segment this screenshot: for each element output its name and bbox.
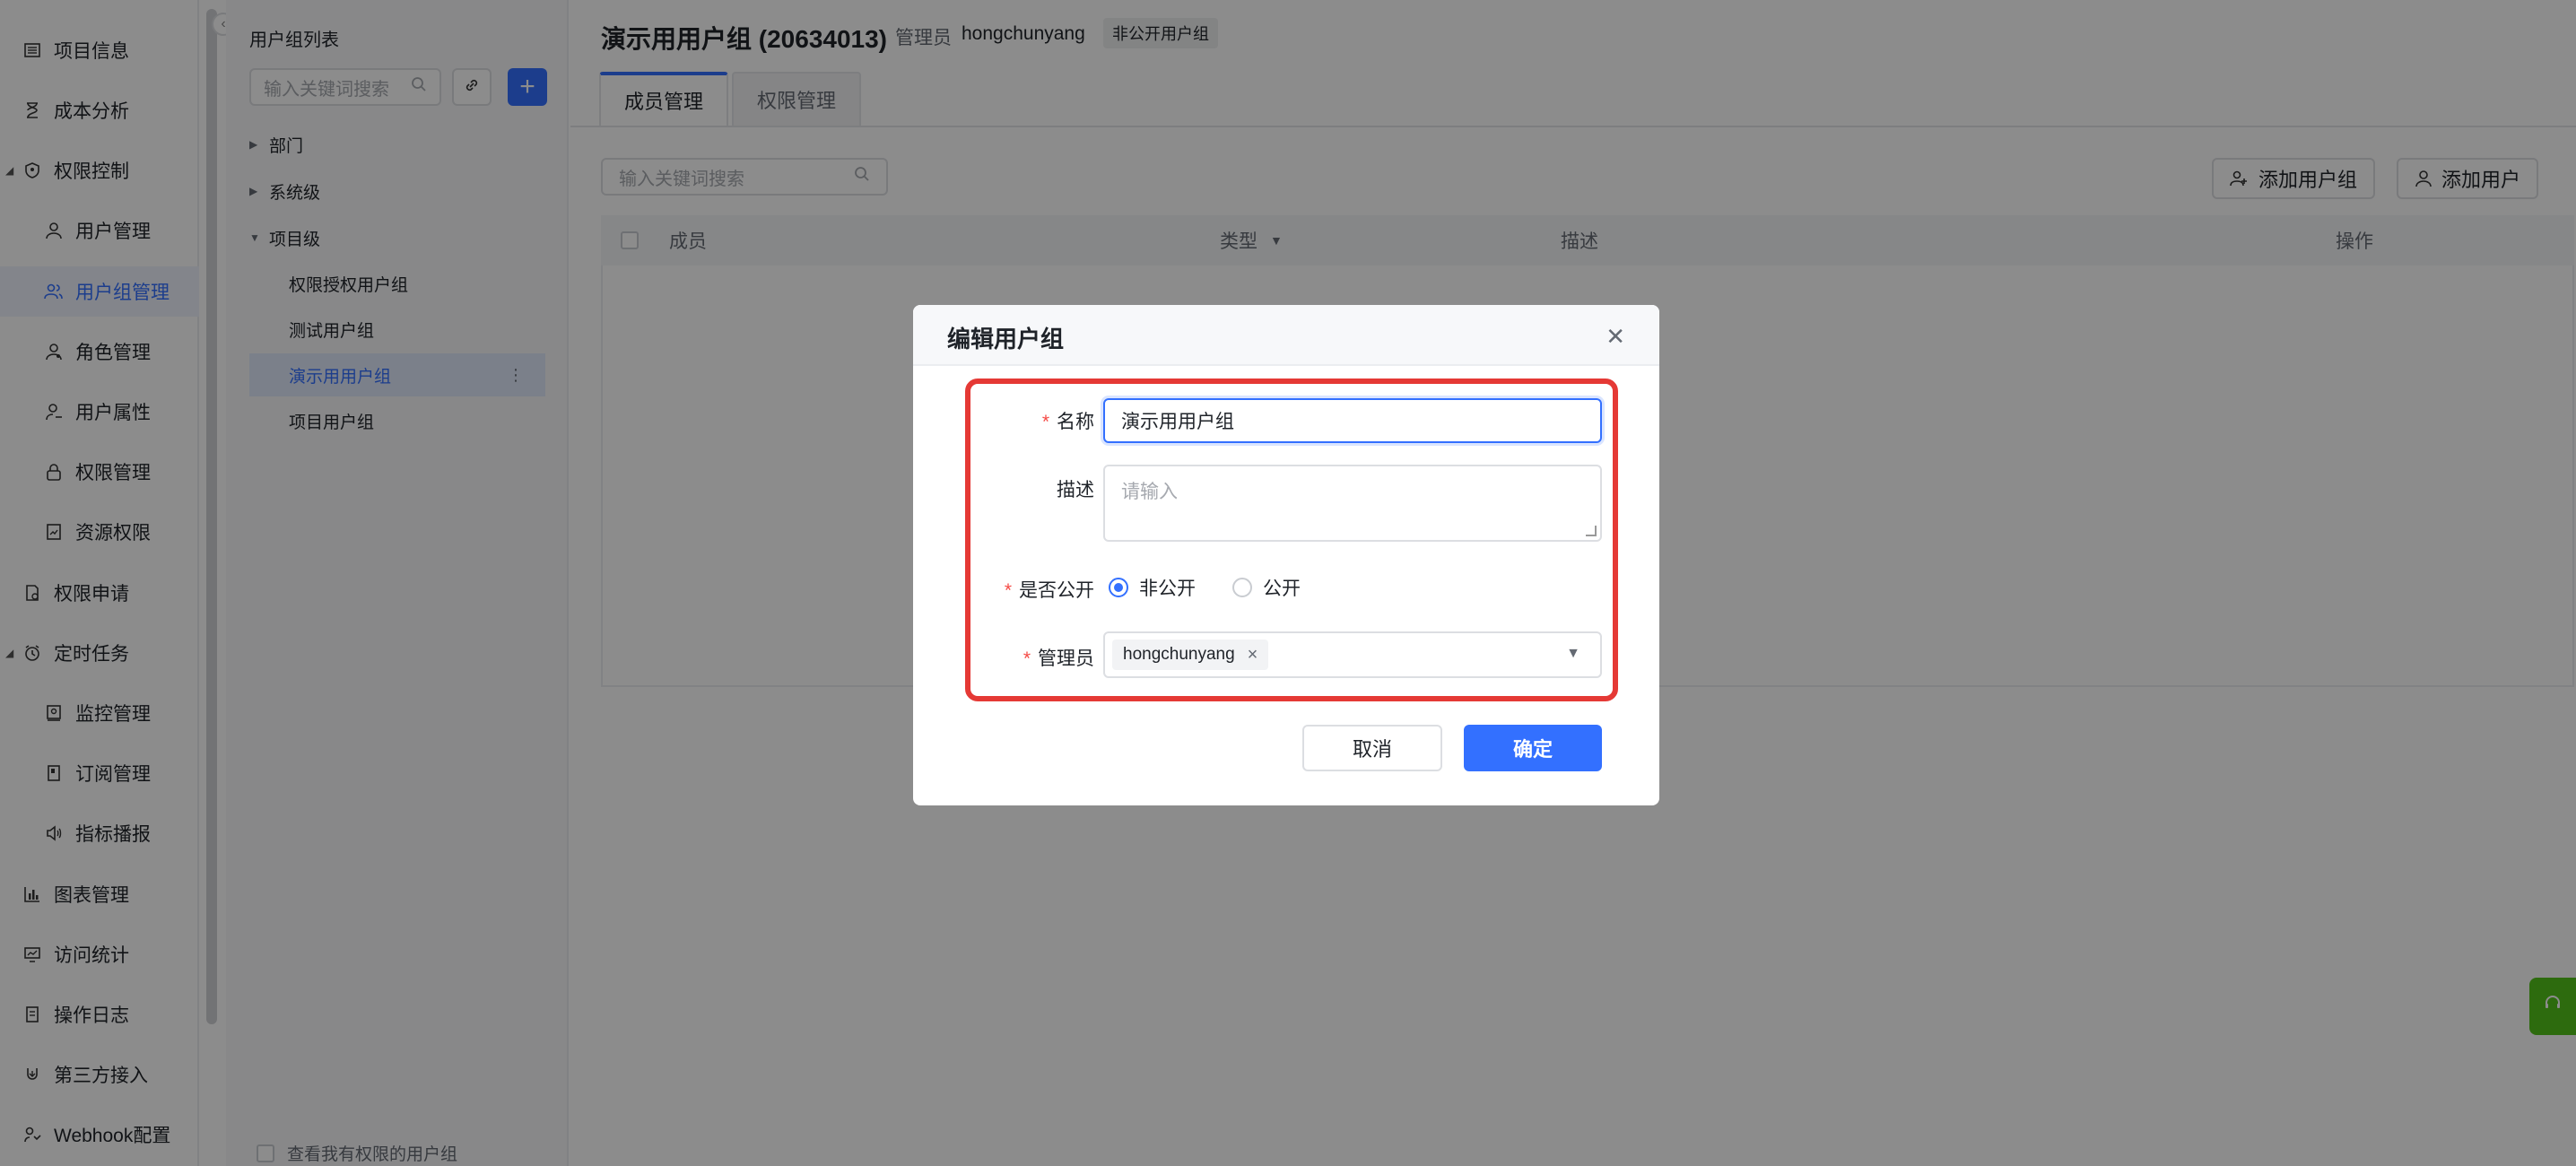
confirm-button[interactable]: 确定 — [1464, 725, 1602, 771]
dropdown-arrow-icon[interactable]: ▼ — [1566, 646, 1580, 662]
edit-user-group-dialog: 编辑用户组 ✕ * 名称 演示用用户组 描述 请输入 * 是否公开 非公开 公开 *… — [913, 305, 1659, 805]
admin-tag: hongchunyang × — [1112, 640, 1269, 670]
desc-label: 描述 — [1057, 480, 1094, 500]
resize-handle-icon[interactable] — [1586, 526, 1597, 536]
name-input[interactable]: 演示用用户组 — [1103, 398, 1602, 443]
dialog-header: 编辑用户组 ✕ — [913, 305, 1659, 366]
cancel-button[interactable]: 取消 — [1302, 725, 1442, 771]
name-label: * 名称 — [1041, 412, 1094, 432]
required-mark: * — [1023, 648, 1031, 669]
required-mark: * — [1041, 412, 1049, 432]
radio-public[interactable]: 公开 — [1232, 574, 1301, 601]
required-mark: * — [1004, 580, 1012, 601]
public-label: * 是否公开 — [1004, 580, 1094, 601]
admin-label: * 管理员 — [1023, 648, 1094, 669]
dialog-title: 编辑用户组 — [947, 326, 1065, 352]
admin-select[interactable]: hongchunyang × ▼ — [1103, 631, 1602, 678]
remove-tag-icon[interactable]: × — [1248, 645, 1258, 666]
close-icon[interactable]: ✕ — [1606, 323, 1625, 351]
radio-dot — [1232, 578, 1252, 597]
radio-dot — [1109, 578, 1128, 597]
description-textarea[interactable]: 请输入 — [1103, 465, 1602, 542]
radio-private[interactable]: 非公开 — [1109, 574, 1196, 601]
